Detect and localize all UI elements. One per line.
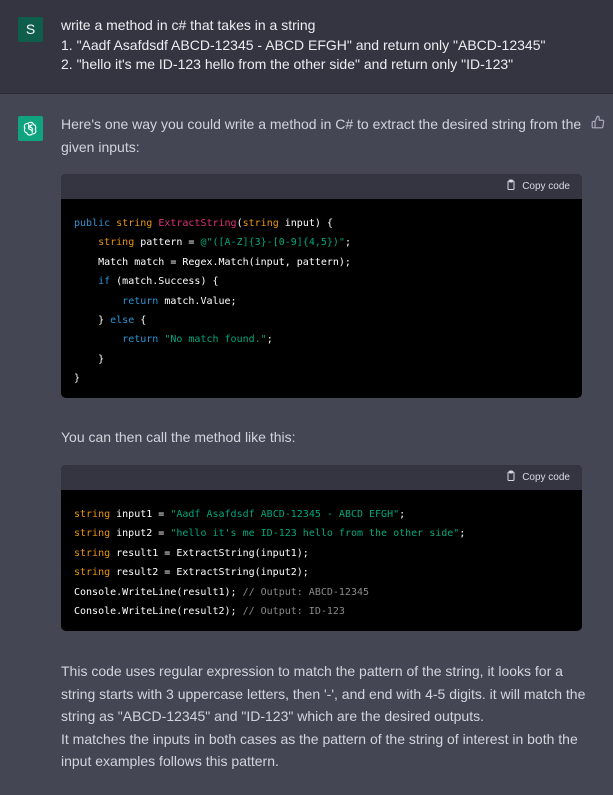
code-line: string input2 = "hello it's me ID-123 he… [74, 528, 466, 540]
code-line: string result2 = ExtractString(input2); [74, 567, 309, 579]
user-line: write a method in c# that takes in a str… [61, 17, 316, 33]
user-line: 1. "Aadf Asafdsdf ABCD-12345 - ABCD EFGH… [61, 36, 546, 53]
code-block-method: Copy code public string ExtractString(st… [61, 174, 582, 398]
code-header: Copy code [61, 174, 582, 199]
code-line: Match match = Regex.Match(input, pattern… [98, 256, 351, 268]
call-text: You can then call the method like this: [61, 429, 296, 445]
clipboard-icon [505, 179, 517, 194]
code-header: Copy code [61, 465, 582, 490]
code-line: string result1 = ExtractString(input1); [74, 547, 309, 559]
copy-code-label: Copy code [522, 472, 570, 483]
user-message: S write a method in c# that takes in a s… [0, 0, 613, 94]
code-line: Console.WriteLine(result1); // Output: A… [74, 586, 370, 598]
explanation-paragraph: It matches the inputs in both cases as t… [61, 730, 578, 770]
explanation-text: This code uses regular expression to mat… [61, 660, 591, 773]
copy-code-button[interactable]: Copy code [505, 470, 570, 485]
explanation-paragraph: This code uses regular expression to mat… [61, 663, 586, 724]
code-line: return "No match found."; [122, 334, 273, 346]
code-content[interactable]: string input1 = "Aadf Asafdsdf ABCD-1234… [61, 490, 582, 631]
user-avatar: S [18, 17, 43, 42]
code-line: return match.Value; [122, 295, 237, 307]
user-message-text: write a method in c# that takes in a str… [61, 16, 601, 75]
thumbs-up-icon[interactable] [591, 115, 607, 131]
code-line: public string ExtractString(string input… [74, 218, 333, 229]
intro-text: Here's one way you could write a method … [61, 116, 582, 155]
code-content[interactable]: public string ExtractString(string input… [61, 199, 582, 398]
clipboard-icon [505, 470, 517, 485]
code-block-usage: Copy code string input1 = "Aadf Asafdsdf… [61, 465, 582, 631]
code-line: } [74, 373, 81, 385]
user-line: 2. "hello it's me ID-123 hello from the … [61, 56, 514, 72]
code-line: Console.WriteLine(result2); // Output: I… [74, 606, 345, 618]
code-line: if (match.Success) { [98, 276, 219, 288]
code-line: string input1 = "Aadf Asafdsdf ABCD-1234… [74, 509, 406, 520]
openai-logo-icon [18, 116, 43, 141]
copy-code-button[interactable]: Copy code [505, 179, 570, 194]
code-line: } [98, 353, 105, 365]
code-line: string pattern = @"([A-Z]{3}-[0-9]{4,5})… [98, 237, 351, 249]
copy-code-label: Copy code [522, 181, 570, 192]
code-line: } else { [98, 315, 147, 327]
